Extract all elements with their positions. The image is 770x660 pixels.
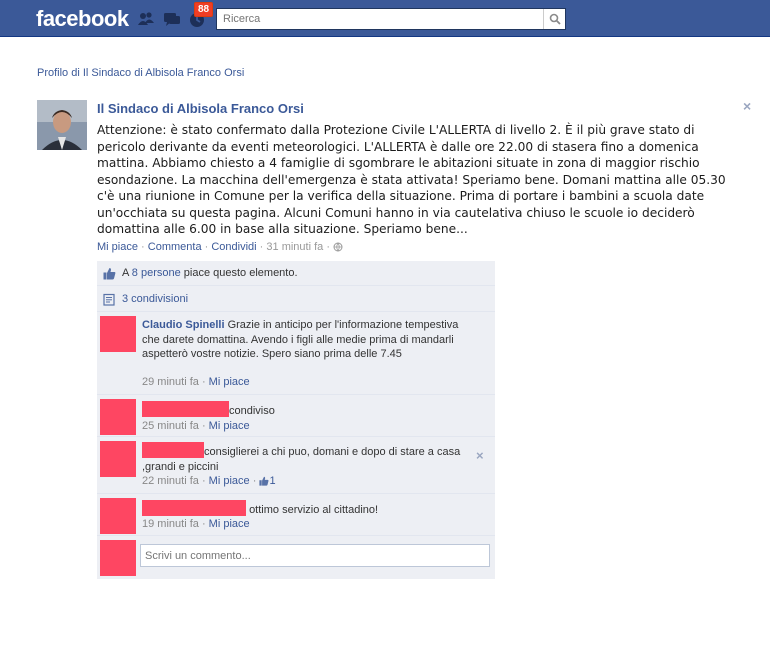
- separator: ·: [141, 241, 145, 253]
- commenter-avatar[interactable]: [100, 441, 136, 477]
- separator: ·: [201, 376, 206, 388]
- current-user-avatar: [100, 540, 136, 576]
- comment-body: condiviso: [142, 401, 462, 419]
- story-timestamp[interactable]: 31 minuti fa: [266, 241, 323, 253]
- comment-meta: 25 minuti fa · Mi piace: [142, 420, 250, 432]
- add-comment-row: [97, 537, 495, 579]
- hide-story-close-icon[interactable]: ×: [743, 98, 751, 114]
- separator: ·: [326, 241, 331, 253]
- shares-count-label[interactable]: 3 condivisioni: [122, 293, 188, 305]
- separator: ·: [201, 420, 206, 432]
- author-avatar[interactable]: [37, 100, 87, 150]
- comment-item: consiglierei a chi puo, domani e dopo di…: [97, 438, 495, 494]
- facebook-logo[interactable]: facebook: [36, 6, 129, 32]
- comment-body: ottimo servizio al cittadino!: [142, 500, 462, 518]
- commenter-avatar[interactable]: [100, 399, 136, 435]
- comment-item: condiviso 25 minuti fa · Mi piace: [97, 396, 495, 437]
- comment-like-link[interactable]: Mi piace: [209, 475, 250, 487]
- messages-icon[interactable]: [163, 10, 181, 28]
- comment-link[interactable]: Commenta: [148, 241, 202, 253]
- notifications-badge[interactable]: 88: [194, 2, 214, 17]
- redacted-commenter-name: [142, 401, 229, 417]
- comment-like-count[interactable]: 1: [269, 475, 275, 487]
- separator: ·: [201, 475, 206, 487]
- comment-timestamp[interactable]: 22 minuti fa: [142, 475, 199, 487]
- comment-timestamp[interactable]: 25 minuti fa: [142, 420, 199, 432]
- like-link[interactable]: Mi piace: [97, 241, 138, 253]
- comment-body: Claudio Spinelli Grazie in anticipo per …: [142, 318, 462, 362]
- share-link[interactable]: Condividi: [211, 241, 256, 253]
- search-button[interactable]: [543, 9, 565, 29]
- likes-prefix: A: [122, 267, 132, 279]
- top-bar: facebook 88: [0, 0, 770, 37]
- comment-input[interactable]: [140, 544, 490, 567]
- story-actions: Mi piace · Commenta · Condividi · 31 min…: [97, 241, 343, 253]
- profile-breadcrumb-link[interactable]: Profilo di Il Sindaco di Albisola Franco…: [37, 67, 244, 79]
- comment-like-link[interactable]: Mi piace: [209, 376, 250, 388]
- redacted-commenter-name: [142, 442, 204, 458]
- search-box: [216, 8, 566, 30]
- likers-link[interactable]: 8 persone: [132, 267, 181, 279]
- search-icon: [549, 13, 561, 25]
- separator: ·: [201, 518, 206, 530]
- comment-meta: 29 minuti fa · Mi piace: [142, 376, 250, 388]
- shares-link[interactable]: 3 condivisioni: [122, 293, 188, 305]
- author-name-link[interactable]: Il Sindaco di Albisola Franco Orsi: [97, 101, 304, 116]
- comment-text: condiviso: [229, 405, 275, 417]
- separator: ·: [259, 241, 264, 253]
- globe-icon: [333, 242, 343, 252]
- thumbs-up-icon: [259, 476, 269, 486]
- feedback-box: A 8 persone piace questo elemento. 3 con…: [97, 261, 495, 579]
- comment-timestamp[interactable]: 29 minuti fa: [142, 376, 199, 388]
- shares-row: 3 condivisioni: [97, 287, 495, 312]
- comment-item: Claudio Spinelli Grazie in anticipo per …: [97, 313, 495, 395]
- comment-like-link[interactable]: Mi piace: [209, 518, 250, 530]
- shares-icon: [103, 293, 116, 306]
- commenter-avatar[interactable]: [100, 316, 136, 352]
- friend-requests-icon[interactable]: [137, 10, 155, 28]
- comment-body: consiglierei a chi puo, domani e dopo di…: [142, 442, 462, 474]
- search-input[interactable]: [217, 9, 543, 29]
- comment-meta: 22 minuti fa · Mi piace · 1: [142, 475, 276, 487]
- comment-item: ottimo servizio al cittadino! 19 minuti …: [97, 495, 495, 536]
- comment-timestamp[interactable]: 19 minuti fa: [142, 518, 199, 530]
- separator: ·: [204, 241, 209, 253]
- remove-comment-close-icon[interactable]: ×: [476, 448, 484, 463]
- comment-like-link[interactable]: Mi piace: [209, 420, 250, 432]
- redacted-commenter-name: [142, 500, 246, 516]
- story-message: Attenzione: è stato confermato dalla Pro…: [97, 123, 726, 236]
- comment-meta: 19 minuti fa · Mi piace: [142, 518, 250, 530]
- commenter-name-link[interactable]: Claudio Spinelli: [142, 319, 225, 331]
- separator: ·: [252, 475, 257, 487]
- comment-text: ottimo servizio al cittadino!: [249, 504, 379, 516]
- likes-row: A 8 persone piace questo elemento.: [97, 261, 495, 286]
- commenter-avatar[interactable]: [100, 498, 136, 534]
- likes-summary: A 8 persone piace questo elemento.: [122, 267, 298, 279]
- likes-suffix: piace questo elemento.: [180, 267, 298, 279]
- thumbs-up-icon: [103, 267, 116, 280]
